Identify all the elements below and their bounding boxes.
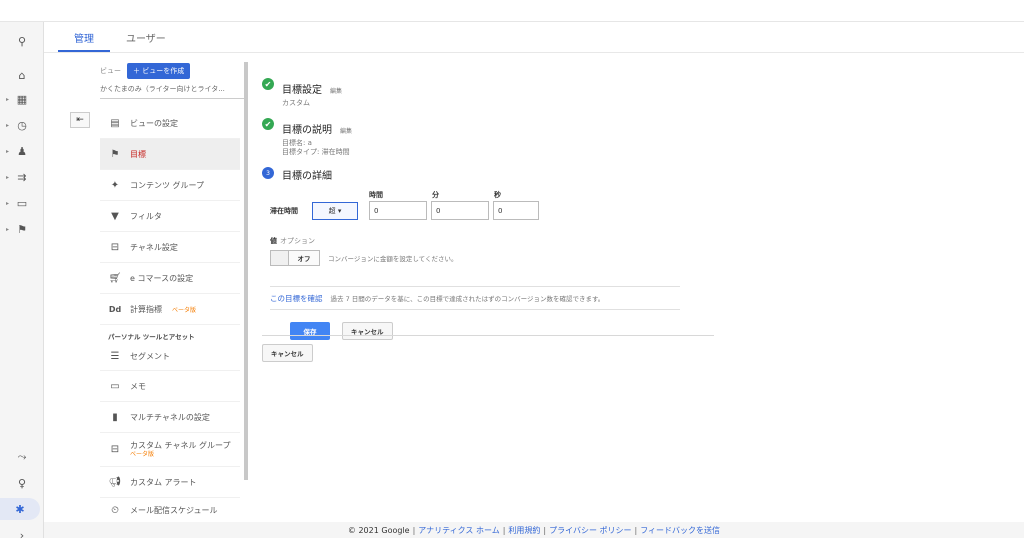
hours-input[interactable]: 0	[369, 201, 427, 220]
edit-link[interactable]: 編集	[340, 128, 352, 135]
person-icon: ✦	[110, 179, 120, 191]
menu-scrollbar[interactable]	[244, 62, 248, 480]
create-view-button[interactable]: ＋ ビューを作成	[127, 63, 191, 79]
value-row: オフ コンバージョンに金額を設定してください。	[262, 250, 742, 266]
copyright: © 2021 Google	[347, 525, 410, 535]
menu-item-channel-settings[interactable]: ⊟ チャネル設定	[100, 232, 240, 263]
menu-item-goals[interactable]: ⚑ 目標	[100, 139, 240, 170]
value-hint: コンバージョンに金額を設定してください。	[328, 255, 458, 263]
menu-item-segments[interactable]: ☰ セグメント	[100, 343, 240, 371]
minutes-input[interactable]: 0	[431, 201, 489, 220]
cart-icon: 🛒︎	[108, 272, 122, 284]
view-menu: ▤ ビューの設定 ⚑ 目標 ✦ コンテンツ グループ ▼ フィルタ ⊟ チャネル設定 🛒︎…	[100, 108, 240, 524]
tab-divider	[44, 52, 1024, 53]
back-arrow-button[interactable]: ⇤	[70, 112, 90, 128]
search-icon[interactable]: ⚲	[0, 30, 44, 52]
beta-badge: ベータ版	[172, 306, 197, 314]
tab-user[interactable]: ユーザー	[110, 22, 182, 52]
goal-step-setup: ✔ 目標設定 編集 カスタム	[262, 78, 742, 108]
edit-link[interactable]: 編集	[330, 88, 342, 95]
duration-row: 滞在時間 超 ▾ 0 0 0	[262, 201, 742, 220]
verify-goal-description: 過去 7 日間のデータを基に、この目標で達成されたはずのコンバージョン数を確認で…	[330, 295, 605, 303]
behavior-icon[interactable]: ▸ ▭	[0, 192, 44, 214]
menu-item-calculated-metrics[interactable]: Dd 計算指標 ベータ版	[100, 294, 240, 325]
menu-item-view-settings[interactable]: ▤ ビューの設定	[100, 108, 240, 139]
flag-icon: ⚑	[110, 148, 120, 160]
duration-headers: 時間 分 秒	[369, 191, 501, 199]
value-toggle[interactable]: オフ	[270, 250, 320, 266]
note-icon: ▭	[110, 380, 120, 392]
goal-step-description: ✔ 目標の説明 編集 目標名: a 目標タイプ: 滞在時間	[262, 118, 742, 157]
check-icon: ✔	[262, 118, 274, 130]
outer-cancel-button[interactable]: キャンセル	[262, 344, 313, 362]
main-content: 管理 ユーザー ビュー ＋ ビューを作成 かくたまのみ（ライター向けとライタ..…	[44, 22, 1024, 538]
filter-icon: ▼	[111, 210, 119, 222]
value-label: 値オプション	[270, 237, 315, 245]
verify-goal-bar: この目標を確認 過去 7 日間のデータを基に、この目標で達成されたはずのコンバー…	[270, 286, 680, 310]
flag-icon[interactable]: ▸ ⚑	[0, 218, 44, 240]
step-summary: カスタム	[282, 99, 310, 107]
tab-admin[interactable]: 管理	[58, 22, 110, 52]
dashboard-icon[interactable]: ▸ ▦	[0, 88, 44, 110]
footer-link-analytics-home[interactable]: アナリティクス ホーム	[418, 525, 499, 536]
step-title: 目標の詳細	[282, 171, 332, 182]
footer-link-terms[interactable]: 利用規約	[508, 525, 540, 536]
footer: © 2021 Google | アナリティクス ホーム | 利用規約 | プライ…	[44, 522, 1024, 538]
menu-item-content-groups[interactable]: ✦ コンテンツ グループ	[100, 170, 240, 201]
megaphone-icon: 📢︎	[108, 476, 122, 488]
clock-icon[interactable]: ▸ ◷	[0, 114, 44, 136]
left-nav-rail: ⚲ ⌂ ▸ ▦ ▸ ◷ ▸ ♟ ▸ ⇉ ▸ ▭ ▸ ⚑ ⤳ ♀ ✱ ›	[0, 22, 44, 542]
beta-badge: ベータ版	[130, 450, 155, 458]
admin-tabs: 管理 ユーザー	[58, 22, 182, 52]
menu-item-notes[interactable]: ▭ メモ	[100, 371, 240, 402]
dd-icon: Dd	[108, 304, 122, 314]
segment-icon: ☰	[110, 351, 120, 362]
goal-step-details: 3 目標の詳細	[262, 167, 742, 182]
verify-goal-link[interactable]: この目標を確認	[270, 293, 323, 304]
goal-actions: 保存 キャンセル	[262, 322, 742, 340]
divider	[262, 335, 714, 336]
channel-icon: ⊟	[110, 241, 120, 253]
person-icon[interactable]: ▸ ♟	[0, 140, 44, 162]
menu-item-custom-channel-group[interactable]: ⊟ カスタム チャネル グループ ベータ版	[100, 433, 240, 467]
footer-link-privacy[interactable]: プライバシー ポリシー	[549, 525, 631, 536]
goal-setup-panel: ✔ 目標設定 編集 カスタム ✔ 目標の説明 編集 目標名: a 目標タイプ: 滞在…	[262, 62, 742, 340]
check-icon: ✔	[262, 78, 274, 90]
view-label: ビュー	[100, 67, 121, 75]
duration-label: 滞在時間	[270, 206, 298, 215]
home-icon[interactable]: ⌂	[0, 64, 44, 86]
menu-item-filters[interactable]: ▼ フィルタ	[100, 201, 240, 232]
document-icon: ▤	[110, 117, 120, 129]
link-icon[interactable]: ⤳	[0, 446, 44, 468]
goal-name: 目標名: a	[282, 139, 312, 147]
step-title: 目標設定	[282, 85, 322, 96]
acquisition-icon[interactable]: ▸ ⇉	[0, 166, 44, 188]
cancel-button[interactable]: キャンセル	[342, 322, 393, 340]
gear-icon[interactable]: ✱	[0, 498, 40, 520]
operator-select[interactable]: 超 ▾	[312, 201, 358, 220]
expand-icon[interactable]: ›	[0, 524, 44, 546]
menu-item-multichannel[interactable]: ▮ マルチチャネルの設定	[100, 402, 240, 433]
step-title: 目標の説明	[282, 125, 332, 136]
footer-link-feedback[interactable]: フィードバックを送信	[640, 525, 720, 536]
personal-tools-heading: パーソナル ツールとアセット	[108, 333, 195, 341]
top-bar	[0, 0, 1024, 22]
save-button[interactable]: 保存	[290, 322, 330, 340]
menu-item-custom-alerts[interactable]: 📢︎ カスタム アラート	[100, 467, 240, 498]
clock-icon: ⏲	[111, 505, 119, 516]
channel-group-icon: ⊟	[110, 444, 120, 455]
step-number: 3	[262, 167, 274, 179]
seconds-input[interactable]: 0	[493, 201, 539, 220]
back-arrow-icon: ⇤	[76, 115, 84, 125]
menu-item-email-schedule[interactable]: ⏲ メール配信スケジュール	[100, 498, 240, 524]
view-dropdown[interactable]: かくたまのみ（ライター向けとライタ...	[100, 84, 244, 99]
view-selector: ビュー ＋ ビューを作成 かくたまのみ（ライター向けとライタ...	[100, 62, 244, 99]
menu-item-ecommerce[interactable]: 🛒︎ e コマースの設定	[100, 263, 240, 294]
bar-chart-icon: ▮	[112, 411, 118, 423]
goal-type: 目標タイプ: 滞在時間	[282, 148, 350, 156]
lightbulb-icon[interactable]: ♀	[0, 472, 44, 494]
